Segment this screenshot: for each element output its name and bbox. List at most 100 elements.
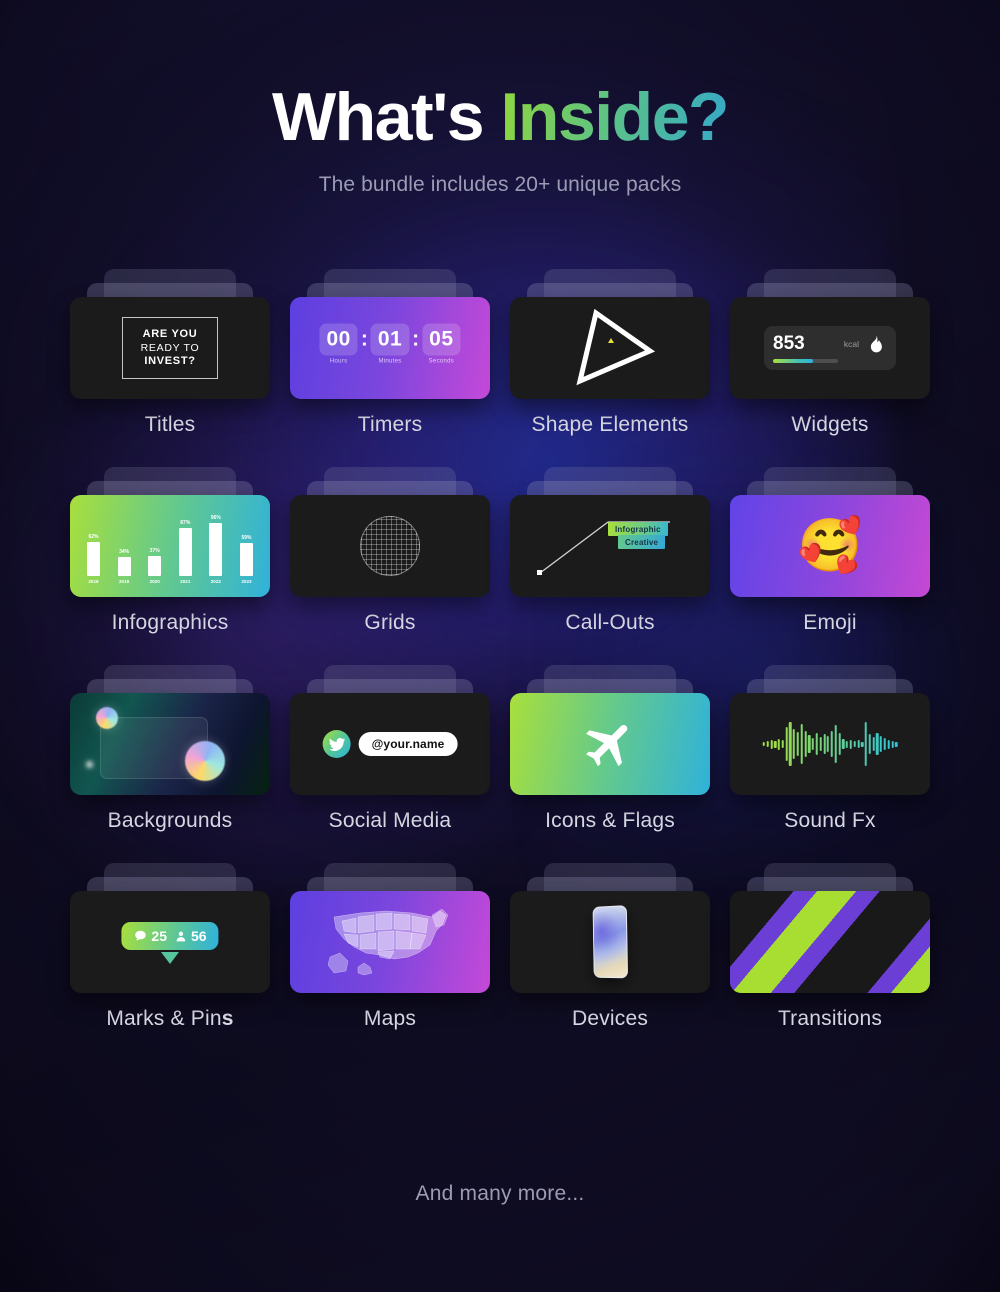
bar-chart-icon: 62% 2018 34% 2019 37% 2020 87% 2021 96% 2022 59% 20… bbox=[86, 511, 254, 584]
pack-label-marks-pins: Marks & Pins bbox=[60, 1007, 280, 1031]
folder-stack bbox=[730, 863, 930, 994]
waveform-bar bbox=[891, 740, 894, 748]
chart-category-label: 2018 bbox=[88, 579, 99, 585]
pack-label-timers: Timers bbox=[357, 413, 423, 437]
grid-sphere-icon bbox=[360, 516, 420, 577]
waveform-bar bbox=[789, 722, 792, 767]
calorie-widget-icon: 853 kcal bbox=[764, 326, 896, 371]
pack-preview-call-outs: Infographic Creative bbox=[510, 495, 710, 598]
timer-separator: : bbox=[412, 327, 420, 351]
pack-preview-maps bbox=[290, 891, 490, 994]
waveform-bar bbox=[876, 733, 879, 756]
chart-column: 62% 2018 bbox=[86, 511, 101, 584]
widget-kcal-unit: kcal bbox=[843, 339, 859, 350]
callout-tag-creative: Creative bbox=[618, 535, 666, 550]
title-line-1: ARE YOU bbox=[142, 327, 198, 340]
chart-category-label: 2021 bbox=[180, 579, 191, 585]
pack-preview-infographics: 62% 2018 34% 2019 37% 2020 87% 2021 96% 2022 59% 20… bbox=[70, 495, 270, 598]
pack-preview-social-media: @your.name bbox=[290, 693, 490, 796]
chart-category-label: 2020 bbox=[149, 579, 160, 585]
timer-minutes-label: Minutes bbox=[378, 358, 402, 365]
page-title-white-part: What's bbox=[271, 79, 485, 155]
pack-label-infographics: Infographics bbox=[111, 611, 229, 635]
waveform-bar bbox=[777, 738, 781, 750]
pack-card-widgets[interactable]: 853 kcal Widgets bbox=[720, 269, 940, 437]
waveform-bar bbox=[785, 727, 788, 762]
pack-label-maps: Maps bbox=[363, 1007, 417, 1031]
pack-card-timers[interactable]: 00 Hours : 01 Minutes : 05 Seconds Timer… bbox=[280, 269, 500, 437]
comment-count: 25 bbox=[151, 928, 167, 945]
people-stat: 56 bbox=[174, 928, 207, 944]
usa-map-icon bbox=[290, 891, 490, 993]
waveform-bar bbox=[766, 741, 769, 748]
pack-card-call-outs[interactable]: Infographic Creative Call-Outs bbox=[500, 467, 720, 635]
pack-label-bold-suffix: s bbox=[221, 1007, 234, 1031]
pack-label-grids: Grids bbox=[364, 611, 416, 635]
timer-seconds-label: Seconds bbox=[428, 358, 455, 365]
chart-column: 96% 2022 bbox=[208, 511, 223, 584]
chart-bar bbox=[209, 522, 223, 577]
smiling-face-with-hearts-icon: 🥰 bbox=[797, 517, 863, 576]
map-pin-stats-icon: 25 56 bbox=[121, 922, 219, 951]
pack-card-devices[interactable]: Devices bbox=[500, 863, 720, 1031]
pack-card-sound-fx[interactable]: Sound Fx bbox=[720, 665, 940, 833]
pack-card-infographics[interactable]: 62% 2018 34% 2019 37% 2020 87% 2021 96% 2022 59% 20… bbox=[60, 467, 280, 635]
folder-stack bbox=[290, 467, 490, 598]
waveform-bar bbox=[861, 741, 864, 747]
pack-preview-backgrounds bbox=[70, 693, 270, 796]
pack-preview-devices bbox=[510, 891, 710, 994]
pack-preview-timers: 00 Hours : 01 Minutes : 05 Seconds bbox=[290, 297, 490, 400]
pack-card-maps[interactable]: Maps bbox=[280, 863, 500, 1031]
pack-label-transitions: Transitions bbox=[777, 1007, 883, 1031]
timer-unit-seconds: 05 Seconds bbox=[422, 323, 461, 365]
pack-card-shape-elements[interactable]: Shape Elements bbox=[500, 269, 720, 437]
pack-label-icons-flags: Icons & Flags bbox=[545, 809, 675, 833]
page-header: What's Inside? The bundle includes 20+ u… bbox=[0, 0, 1000, 197]
timer-hours-label: Hours bbox=[329, 358, 348, 365]
waveform-bar bbox=[774, 740, 777, 748]
page-title-gradient-part: Inside? bbox=[500, 79, 730, 155]
pack-card-marks-pins[interactable]: 25 56 Marks & Pins bbox=[60, 863, 280, 1031]
waveform-bar bbox=[842, 739, 845, 750]
pack-card-icons-flags[interactable]: Icons & Flags bbox=[500, 665, 720, 833]
title-line-2: READY TO bbox=[140, 341, 200, 354]
twitter-bird-icon bbox=[322, 730, 351, 759]
widget-progress-bar bbox=[773, 359, 838, 363]
light-dot bbox=[86, 761, 93, 769]
triangle-shape-icon bbox=[510, 297, 710, 399]
chart-value-label: 59% bbox=[241, 535, 252, 542]
social-handle-pill: @your.name bbox=[358, 732, 458, 757]
waveform-bar bbox=[857, 740, 860, 749]
waveform-bar bbox=[853, 741, 856, 748]
pack-label-shape-elements: Shape Elements bbox=[531, 413, 689, 437]
chart-value-label: 96% bbox=[210, 514, 221, 521]
pack-card-backgrounds[interactable]: Backgrounds bbox=[60, 665, 280, 833]
pack-preview-sound-fx bbox=[730, 693, 930, 796]
chart-category-label: 2023 bbox=[241, 579, 252, 585]
audio-waveform-icon bbox=[762, 716, 898, 772]
waveform-bar bbox=[883, 738, 886, 751]
waveform-bar bbox=[868, 734, 871, 755]
pack-preview-icons-flags bbox=[510, 693, 710, 796]
waveform-bar bbox=[819, 737, 822, 752]
timer-minutes-value: 01 bbox=[370, 323, 410, 356]
pack-card-emoji[interactable]: 🥰 Emoji bbox=[720, 467, 940, 635]
pack-card-transitions[interactable]: Transitions bbox=[720, 863, 940, 1031]
folder-stack: 853 kcal bbox=[730, 269, 930, 400]
chart-bar bbox=[148, 555, 162, 577]
pin-tail-shape bbox=[161, 952, 179, 965]
pack-card-titles[interactable]: ARE YOU READY TO INVEST? Titles bbox=[60, 269, 280, 437]
pack-card-social-media[interactable]: @your.name Social Media bbox=[280, 665, 500, 833]
social-handle-block: @your.name bbox=[322, 730, 458, 759]
callout-line-icon bbox=[537, 521, 670, 576]
diagonal-stripes-icon bbox=[730, 891, 930, 994]
waveform-bar bbox=[800, 724, 803, 765]
pack-card-grids[interactable]: Grids bbox=[280, 467, 500, 635]
timer-hours-value: 00 bbox=[319, 323, 358, 356]
airplane-icon bbox=[510, 693, 710, 795]
waveform-bar bbox=[781, 740, 784, 749]
folder-stack bbox=[290, 863, 490, 994]
folder-stack: @your.name bbox=[290, 665, 490, 796]
pack-preview-titles: ARE YOU READY TO INVEST? bbox=[70, 297, 270, 400]
waveform-bar bbox=[879, 736, 883, 753]
